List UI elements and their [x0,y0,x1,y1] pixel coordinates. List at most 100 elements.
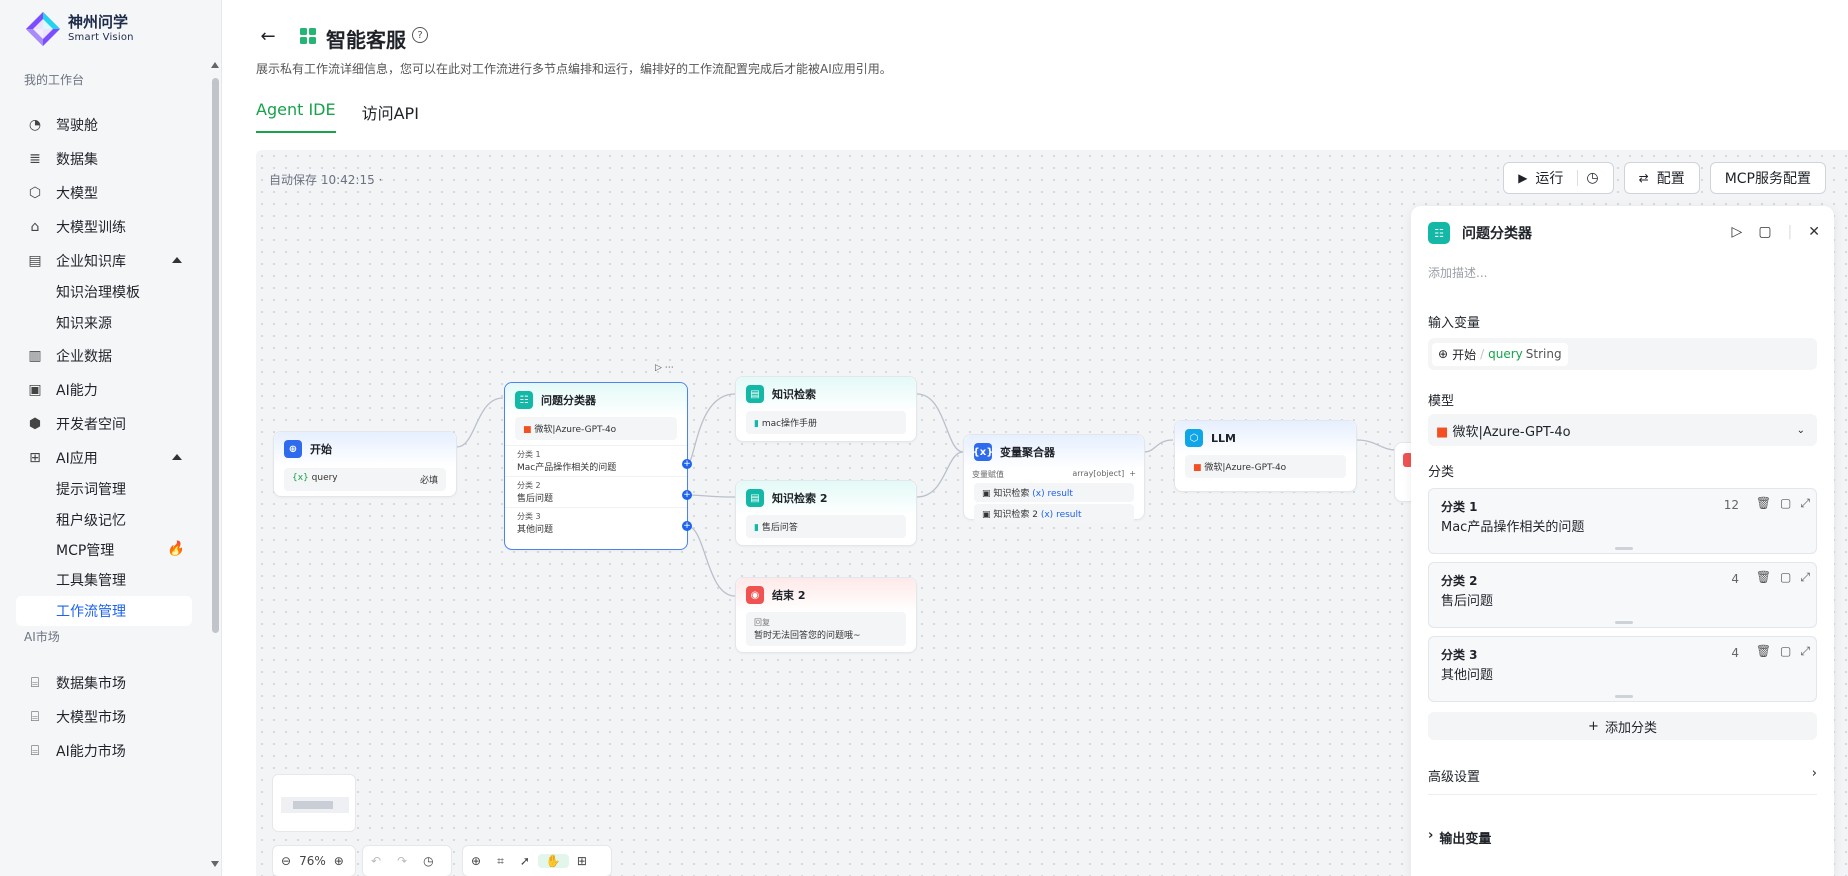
database-icon: ≣ [29,151,41,167]
copy-icon[interactable]: ▢ [1780,496,1791,511]
llm-cube-icon: ⬡ [1185,429,1203,447]
edge-class-kb1 [686,393,736,465]
advanced-settings-row[interactable]: 高级设置 › [1428,766,1817,785]
back-button[interactable]: ← [256,22,280,50]
sidebar-item-dev-space[interactable]: ⬢ 开发者空间 [16,409,192,439]
run-node-icon[interactable]: ▷ [1732,224,1743,240]
copy-icon[interactable]: ▢ [1780,644,1791,659]
model-select[interactable]: ■ 微软|Azure-GPT-4o ⌄ [1428,414,1817,446]
node-llm[interactable]: ⬡ LLM ■ 微软|Azure-GPT-4o [1174,420,1357,492]
page-title: 智能客服 [326,28,406,52]
resize-handle[interactable] [1615,621,1633,624]
sidebar-item-cockpit[interactable]: ◔ 驾驶舱 [16,110,192,140]
node-kb1[interactable]: ▤ 知识检索 ▮ mac操作手册 [735,376,917,442]
sidebar-item-training[interactable]: ⌂ 大模型训练 [16,212,192,242]
scroll-down-icon[interactable] [211,861,219,867]
sidebar-item-ai-market[interactable]: ⌸ AI能力市场 [16,736,192,766]
sidebar-item-tenant-memory[interactable]: 租户级记忆 [16,505,192,535]
doc-icon[interactable]: ▢ [1758,224,1771,240]
zoom-out-icon[interactable]: ⊖ [273,854,299,868]
resize-handle[interactable] [1615,547,1633,550]
port-class-2[interactable]: + [682,490,692,500]
node-kb2[interactable]: ▤ 知识检索 2 ▮ 售后问答 [735,480,917,546]
edge-start-classifier [456,397,504,448]
fire-icon: 🔥 [166,541,184,557]
microsoft-logo-icon: ■ [523,425,532,435]
section-workbench: 我的工作台 [24,73,85,87]
collapse-icon [172,257,182,263]
node-mini-toolbar[interactable]: ▷ ⋯ [655,363,674,373]
expand-icon[interactable]: ⤢ [1800,644,1810,659]
category-label: 分类 [1428,465,1455,480]
sidebar-item-enterprise-data[interactable]: ▥ 企业数据 [16,341,192,371]
node-start[interactable]: ⊕ 开始 {x} query 必填 [273,431,457,497]
tab-access-api[interactable]: 访问API [362,100,419,133]
delete-icon[interactable]: 🗑 [1756,570,1771,585]
undo-icon[interactable]: ↶ [363,854,389,868]
copy-icon[interactable]: ▢ [1780,570,1791,585]
history-icon[interactable]: ◷ [415,854,441,868]
sidebar-item-knowledge-source[interactable]: 知识来源 [16,308,192,338]
help-icon[interactable]: ? [412,27,428,43]
sidebar-item-ai-app[interactable]: ⊞ AI应用 [16,443,192,473]
brand-mark-icon [24,10,62,48]
description-field[interactable]: 添加描述... [1428,264,1487,281]
cube-icon: ⬡ [28,185,42,201]
category-card-3[interactable]: 分类 3 其他问题 4 🗑 ▢ ⤢ [1428,636,1817,702]
scroll-thumb[interactable] [212,78,219,633]
expand-icon[interactable]: ⤢ [1800,570,1810,585]
sidebar-item-dataset-market[interactable]: ⌸ 数据集市场 [16,668,192,698]
tab-bar: Agent IDE 访问API [256,100,445,133]
class-row-3: 分类 3 其他问题 [505,507,687,538]
knowledge-icon: ▤ [746,489,764,507]
category-card-1[interactable]: 分类 1 Mac产品操作相关的问题 12 🗑 ▢ ⤢ [1428,488,1817,554]
sidebar-item-workflow[interactable]: 工作流管理 [16,596,192,626]
node-end2[interactable]: ◉ 结束 2 回复 暂时无法回答您的问题哦~ [735,577,917,653]
close-icon[interactable]: ✕ [1808,224,1820,240]
section-market: AI市场 [24,630,60,644]
layout-icon[interactable]: ⌗ [489,854,512,869]
grid-icon: ⊞ [29,450,41,466]
brand-logo[interactable]: 神州问学 Smart Vision [24,10,134,48]
port-class-1[interactable]: + [682,459,692,469]
scroll-up-icon[interactable] [211,62,219,68]
node-classifier[interactable]: ☷ 问题分类器 ■ 微软|Azure-GPT-4o 分类 1 Mac产品操作相关的问… [504,382,688,550]
sidebar-item-model[interactable]: ⬡ 大模型 [16,178,192,208]
add-node-icon[interactable]: ⊕ [463,854,489,868]
sidebar-item-knowledge[interactable]: ▤ 企业知识库 [16,246,192,276]
delete-icon[interactable]: 🗑 [1756,644,1771,659]
minimap[interactable] [272,774,356,832]
sidebar-item-mcp[interactable]: MCP管理 🔥 [16,535,192,565]
zoom-in-icon[interactable]: ⊕ [326,854,352,868]
hand-icon[interactable]: ✋ [537,854,569,868]
delete-icon[interactable]: 🗑 [1756,496,1771,511]
tab-agent-ide[interactable]: Agent IDE [256,100,336,133]
output-var-row[interactable]: › 输出变量 [1428,828,1817,847]
sidebar-item-knowledge-template[interactable]: 知识治理模板 [16,277,192,307]
pointer-icon[interactable]: ➚ [512,854,538,868]
dataset-market-icon: ⌸ [30,675,40,691]
sidebar-item-ai-capability[interactable]: ▣ AI能力 [16,375,192,405]
collapse-icon [172,454,182,460]
category-card-2[interactable]: 分类 2 售后问题 4 🗑 ▢ ⤢ [1428,562,1817,628]
sidebar-item-prompt[interactable]: 提示词管理 [16,474,192,504]
sidebar-scrollbar[interactable] [211,56,220,876]
zoom-control: ⊖ 76% ⊕ [272,845,356,876]
add-category-button[interactable]: + 添加分类 [1428,712,1817,740]
variable-icon: {x} [973,443,993,461]
node-aggregator[interactable]: {x} 变量聚合器 变量赋值 array[object] + ▣ 知识检索 (x) … [963,434,1145,523]
port-class-3[interactable]: + [682,521,692,531]
sidebar-item-dataset[interactable]: ≣ 数据集 [16,144,192,174]
sidebar-item-model-market[interactable]: ⌸ 大模型市场 [16,702,192,732]
class-row-2: 分类 2 售后问题 [505,476,687,507]
sidebar-item-toolset[interactable]: 工具集管理 [16,565,192,595]
expand-icon[interactable]: ⤢ [1800,496,1810,511]
class-row-1: 分类 1 Mac产品操作相关的问题 [505,445,687,476]
training-icon: ⌂ [30,219,40,235]
input-var-field[interactable]: ⊕ 开始 / query String [1428,338,1817,370]
organize-icon[interactable]: ⊞ [569,854,595,868]
resize-handle[interactable] [1615,695,1633,698]
tools-control: ⊕ ⌗ ➚ ✋ ⊞ [462,845,612,876]
input-var-label: 输入变量 [1428,316,1481,331]
redo-icon[interactable]: ↷ [389,854,415,868]
